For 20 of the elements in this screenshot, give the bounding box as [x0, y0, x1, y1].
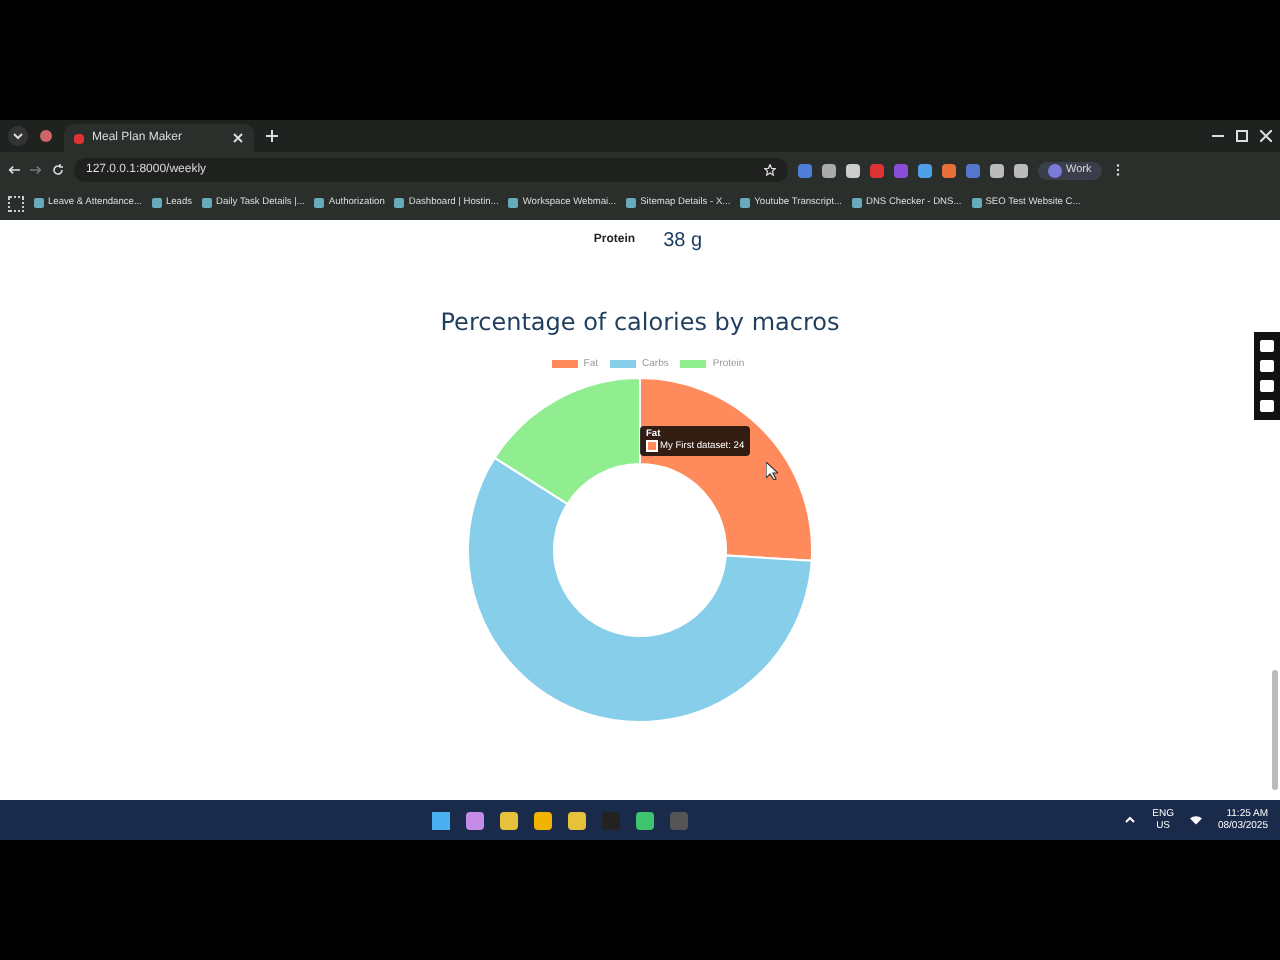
nutrient-value: 38 g [663, 229, 703, 251]
wifi-icon[interactable] [1189, 814, 1202, 826]
cursor-icon [766, 462, 778, 480]
chart-title: Percentage of calories by macros [440, 308, 840, 336]
star-icon[interactable] [764, 164, 776, 176]
plus-icon[interactable] [266, 130, 278, 142]
minimize-icon[interactable] [1212, 130, 1224, 142]
start-icon[interactable] [432, 811, 451, 829]
menu-icon[interactable] [1111, 164, 1124, 176]
back-icon[interactable] [8, 164, 20, 176]
reload-icon[interactable] [52, 164, 64, 176]
maximize-icon[interactable] [1236, 130, 1248, 142]
chevron-up-icon[interactable] [1124, 814, 1137, 826]
forward-icon[interactable] [30, 164, 42, 176]
favicon-icon [74, 133, 84, 143]
close-icon[interactable] [232, 132, 244, 144]
apps-icon[interactable] [8, 195, 24, 211]
close-icon[interactable] [1260, 130, 1272, 142]
scrollbar-thumb[interactable] [1272, 670, 1278, 790]
app-icon[interactable] [40, 130, 52, 142]
